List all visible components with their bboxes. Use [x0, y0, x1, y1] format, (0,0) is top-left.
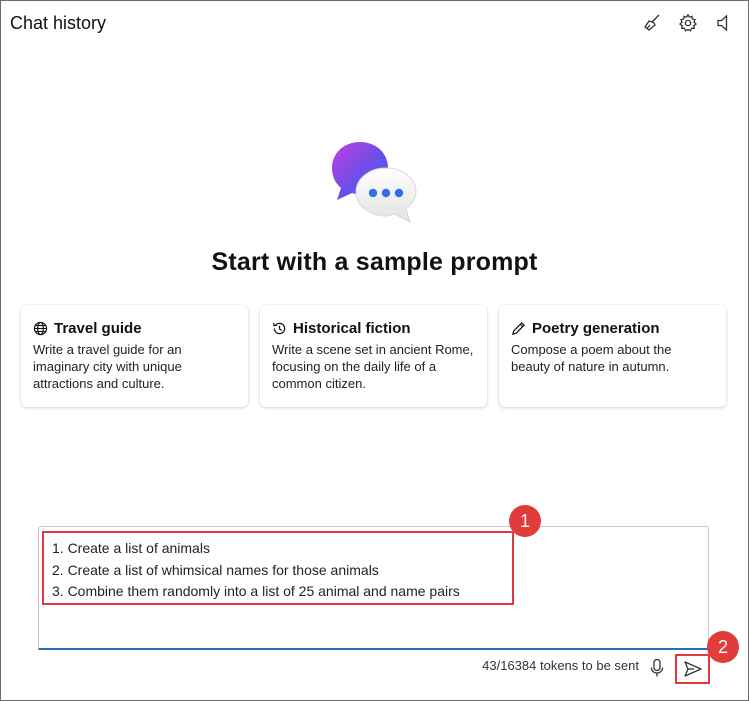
- gear-icon: [678, 13, 698, 32]
- card-title: Poetry generation: [532, 320, 660, 337]
- card-historical-fiction[interactable]: Historical fiction Write a scene set in …: [260, 305, 487, 407]
- send-button[interactable]: [675, 654, 710, 684]
- speaker-button[interactable]: [713, 12, 735, 34]
- pen-icon: [511, 322, 525, 336]
- token-count: 43/16384 tokens to be sent: [482, 658, 639, 673]
- card-description: Write a scene set in ancient Rome, focus…: [272, 342, 474, 391]
- card-poetry-generation[interactable]: Poetry generation Compose a poem about t…: [499, 305, 726, 407]
- sample-prompt-cards: Travel guide Write a travel guide for an…: [21, 305, 726, 407]
- broom-icon: [644, 14, 660, 31]
- send-icon: [683, 661, 702, 677]
- card-title: Historical fiction: [293, 320, 411, 337]
- card-description: Compose a poem about the beauty of natur…: [511, 342, 672, 374]
- history-icon: [273, 322, 286, 335]
- card-travel-guide[interactable]: Travel guide Write a travel guide for an…: [21, 305, 248, 407]
- callout-badge-2: 2: [707, 631, 739, 663]
- card-title: Travel guide: [54, 320, 142, 337]
- prompt-line: 3. Combine them randomly into a list of …: [52, 583, 460, 599]
- speaker-icon: [717, 14, 728, 32]
- settings-button[interactable]: [677, 12, 699, 34]
- microphone-icon: [650, 658, 664, 677]
- card-description: Write a travel guide for an imaginary ci…: [33, 342, 182, 391]
- toolbar: [641, 12, 735, 34]
- prompt-line: 1. Create a list of animals: [52, 540, 210, 556]
- prompt-line: 2. Create a list of whimsical names for …: [52, 561, 379, 578]
- prompt-highlight[interactable]: 1. Create a list of animals 2. Create a …: [42, 531, 514, 605]
- chat-bubbles-icon: [328, 140, 420, 230]
- microphone-button[interactable]: [648, 658, 666, 678]
- clear-chat-button[interactable]: [641, 12, 663, 34]
- globe-icon: [33, 321, 48, 336]
- page-title: Chat history: [10, 13, 107, 33]
- hero-title: Start with a sample prompt: [211, 248, 538, 276]
- callout-badge-1: 1: [509, 505, 541, 537]
